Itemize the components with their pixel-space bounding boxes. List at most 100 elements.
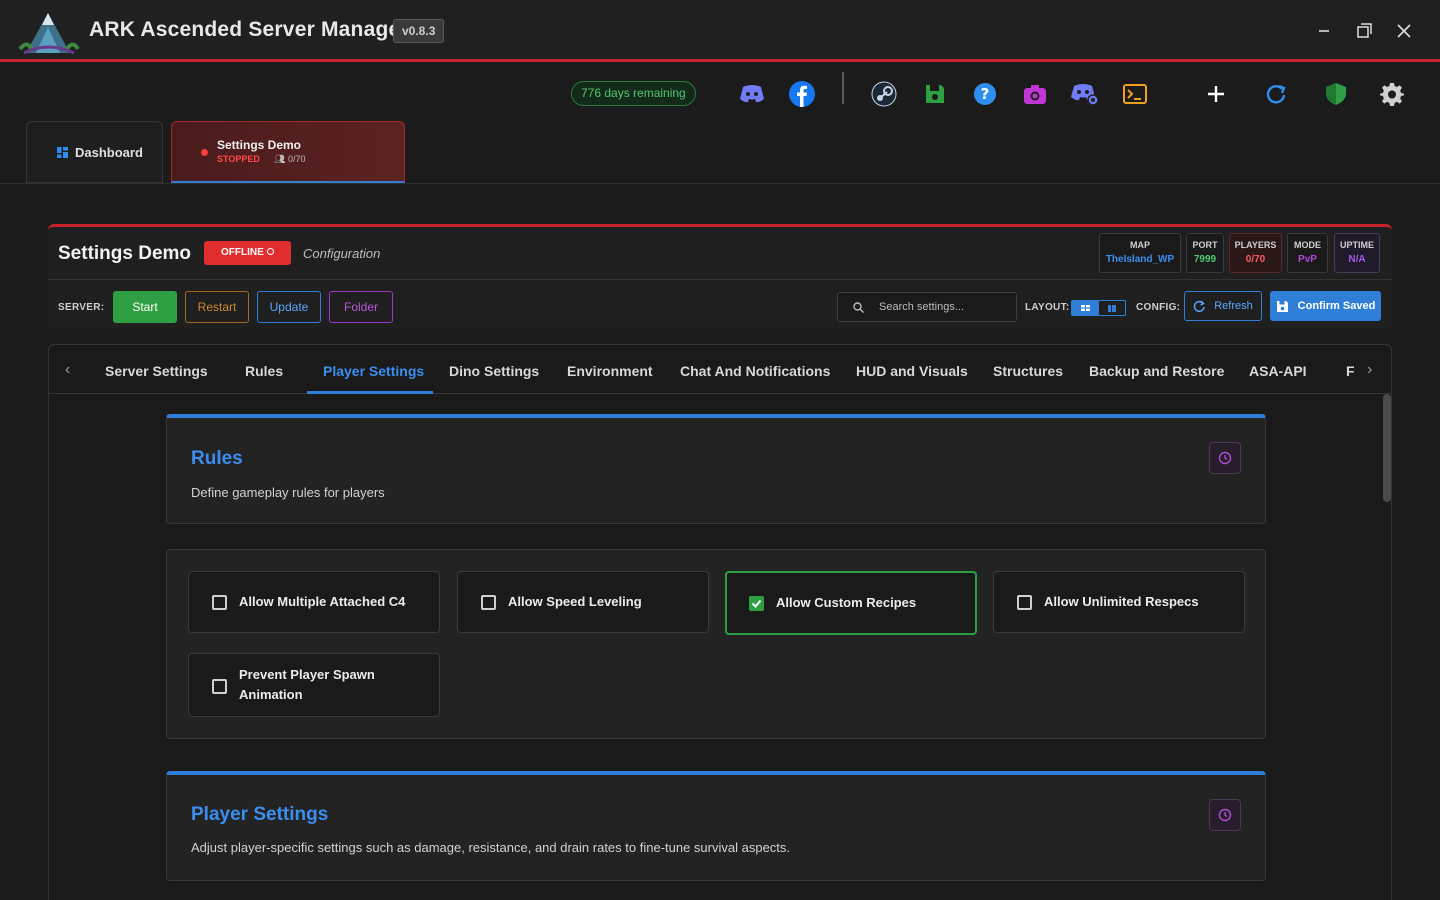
stat-port: PORT 7999 [1186, 233, 1224, 273]
rules-options-card: Allow Multiple Attached C4 Allow Speed L… [166, 549, 1266, 739]
status-badge-label: OFFLINE [221, 247, 264, 258]
checkbox-checked[interactable] [749, 596, 764, 611]
option-label: Allow Custom Recipes [776, 595, 917, 610]
maximize-button[interactable] [1353, 20, 1375, 42]
tab-dashboard[interactable]: Dashboard [26, 121, 163, 183]
tab-server-settings[interactable]: Server Settings [105, 363, 208, 379]
status-dot [201, 149, 208, 156]
update-button[interactable]: Update [257, 291, 321, 323]
search-input[interactable]: Search settings... [837, 292, 1017, 322]
nav-right-arrow-icon[interactable]: › [1367, 361, 1372, 379]
license-days-badge: 776 days remaining [571, 81, 696, 106]
option-prevent-player-spawn-animation[interactable]: Prevent Player Spawn Animation [188, 653, 440, 717]
close-button[interactable] [1393, 20, 1415, 42]
refresh-small-icon [1193, 300, 1206, 312]
toolbar-divider [842, 72, 844, 104]
start-button[interactable]: Start [113, 291, 177, 323]
stat-map-value: TheIsland_WP [1105, 254, 1175, 265]
stat-mode-value: PvP [1298, 254, 1317, 265]
refresh-icon[interactable] [1262, 80, 1290, 108]
option-label: Allow Speed Leveling [508, 594, 642, 609]
save-small-icon [1276, 300, 1288, 312]
player-settings-history-button[interactable] [1209, 799, 1241, 831]
stat-mode-key: MODE [1294, 240, 1321, 250]
tab-server-players: 👥︎ 0/70 [274, 154, 305, 165]
stat-players-value: 0/70 [1245, 254, 1266, 265]
layout-grid-option[interactable] [1072, 301, 1099, 315]
tab-hud-and-visuals[interactable]: HUD and Visuals [856, 363, 968, 379]
tab-backup-and-restore[interactable]: Backup and Restore [1089, 363, 1224, 379]
layout-label: LAYOUT: [1025, 302, 1070, 313]
layout-list-option[interactable] [1099, 301, 1126, 315]
stat-map: MAP TheIsland_WP [1099, 233, 1181, 273]
stat-port-value: 7999 [1193, 254, 1217, 265]
checkbox[interactable] [212, 595, 227, 610]
server-header: Settings Demo OFFLINE Configuration MAP … [48, 227, 1392, 280]
list-layout-icon [1107, 304, 1116, 312]
refresh-button[interactable]: Refresh [1184, 291, 1262, 321]
tab-environment[interactable]: Environment [567, 363, 653, 379]
checkbox[interactable] [212, 679, 227, 694]
gear-icon[interactable] [1378, 80, 1406, 108]
stat-uptime: UPTIME N/A [1334, 233, 1380, 273]
help-icon[interactable]: ? [971, 80, 999, 108]
option-label: Allow Unlimited Respecs [1044, 594, 1199, 609]
discord-icon[interactable] [738, 80, 766, 108]
shield-icon[interactable] [1322, 80, 1350, 108]
history-icon [1218, 808, 1232, 822]
server-subtitle: Configuration [303, 246, 381, 261]
stat-players: PLAYERS 0/70 [1229, 233, 1282, 273]
tab-rules[interactable]: Rules [245, 363, 283, 379]
check-icon [751, 599, 762, 608]
camera-icon[interactable] [1021, 80, 1049, 108]
option-label: Allow Multiple Attached C4 [239, 594, 406, 609]
nav-left-arrow-icon[interactable]: ‹ [65, 361, 70, 379]
restart-button[interactable]: Restart [185, 291, 249, 323]
players-icon: 👥︎ [274, 154, 286, 164]
stat-map-key: MAP [1130, 240, 1150, 250]
search-placeholder: Search settings... [879, 301, 964, 313]
tab-player-settings[interactable]: Player Settings [323, 363, 424, 379]
tab-dashboard-label: Dashboard [75, 144, 143, 160]
status-circle-icon [266, 248, 274, 255]
scrollbar[interactable] [1383, 394, 1391, 502]
rules-history-button[interactable] [1209, 442, 1241, 474]
tab-server-name: Settings Demo [217, 138, 302, 152]
facebook-icon[interactable] [788, 80, 816, 108]
search-icon [853, 302, 864, 313]
option-allow-custom-recipes[interactable]: Allow Custom Recipes [725, 571, 977, 635]
folder-button[interactable]: Folder [329, 291, 393, 323]
server-panel: Settings Demo OFFLINE Configuration MAP … [48, 224, 1392, 328]
add-icon[interactable] [1202, 80, 1230, 108]
option-allow-speed-leveling[interactable]: Allow Speed Leveling [457, 571, 709, 633]
active-tab-indicator [307, 391, 433, 394]
checkbox[interactable] [481, 595, 496, 610]
minimize-button[interactable] [1313, 20, 1335, 42]
option-allow-unlimited-respecs[interactable]: Allow Unlimited Respecs [993, 571, 1245, 633]
title-bar: ARK Ascended Server Manager v0.8.3 [0, 0, 1440, 62]
steam-icon[interactable] [870, 80, 898, 108]
svg-text:?: ? [981, 85, 990, 103]
confirm-saved-button[interactable]: Confirm Saved [1270, 291, 1381, 321]
tab-structures[interactable]: Structures [993, 363, 1063, 379]
tab-overflow[interactable]: F [1346, 363, 1356, 379]
option-allow-multiple-attached-c4[interactable]: Allow Multiple Attached C4 [188, 571, 440, 633]
stat-uptime-value: N/A [1348, 254, 1366, 265]
tab-dino-settings[interactable]: Dino Settings [449, 363, 539, 379]
rules-title: Rules [191, 448, 243, 469]
rules-description: Define gameplay rules for players [191, 485, 385, 500]
layout-toggle[interactable] [1071, 300, 1126, 316]
stat-players-key: PLAYERS [1234, 240, 1277, 250]
option-label: Prevent Player Spawn Animation [239, 667, 375, 702]
save-icon[interactable] [921, 80, 949, 108]
discord-bot-icon[interactable] [1071, 80, 1099, 108]
tab-chat-and-notifications[interactable]: Chat And Notifications [680, 363, 830, 379]
stat-uptime-key: UPTIME [1339, 240, 1374, 250]
tab-server-settings-demo[interactable]: Settings Demo STOPPED 👥︎ 0/70 [171, 121, 405, 183]
console-icon[interactable] [1121, 80, 1149, 108]
checkbox[interactable] [1017, 595, 1032, 610]
tab-asa-api[interactable]: ASA-API [1249, 363, 1307, 379]
stat-mode: MODE PvP [1287, 233, 1328, 273]
app-title: ARK Ascended Server Manager [89, 18, 409, 41]
version-badge: v0.8.3 [393, 19, 445, 43]
